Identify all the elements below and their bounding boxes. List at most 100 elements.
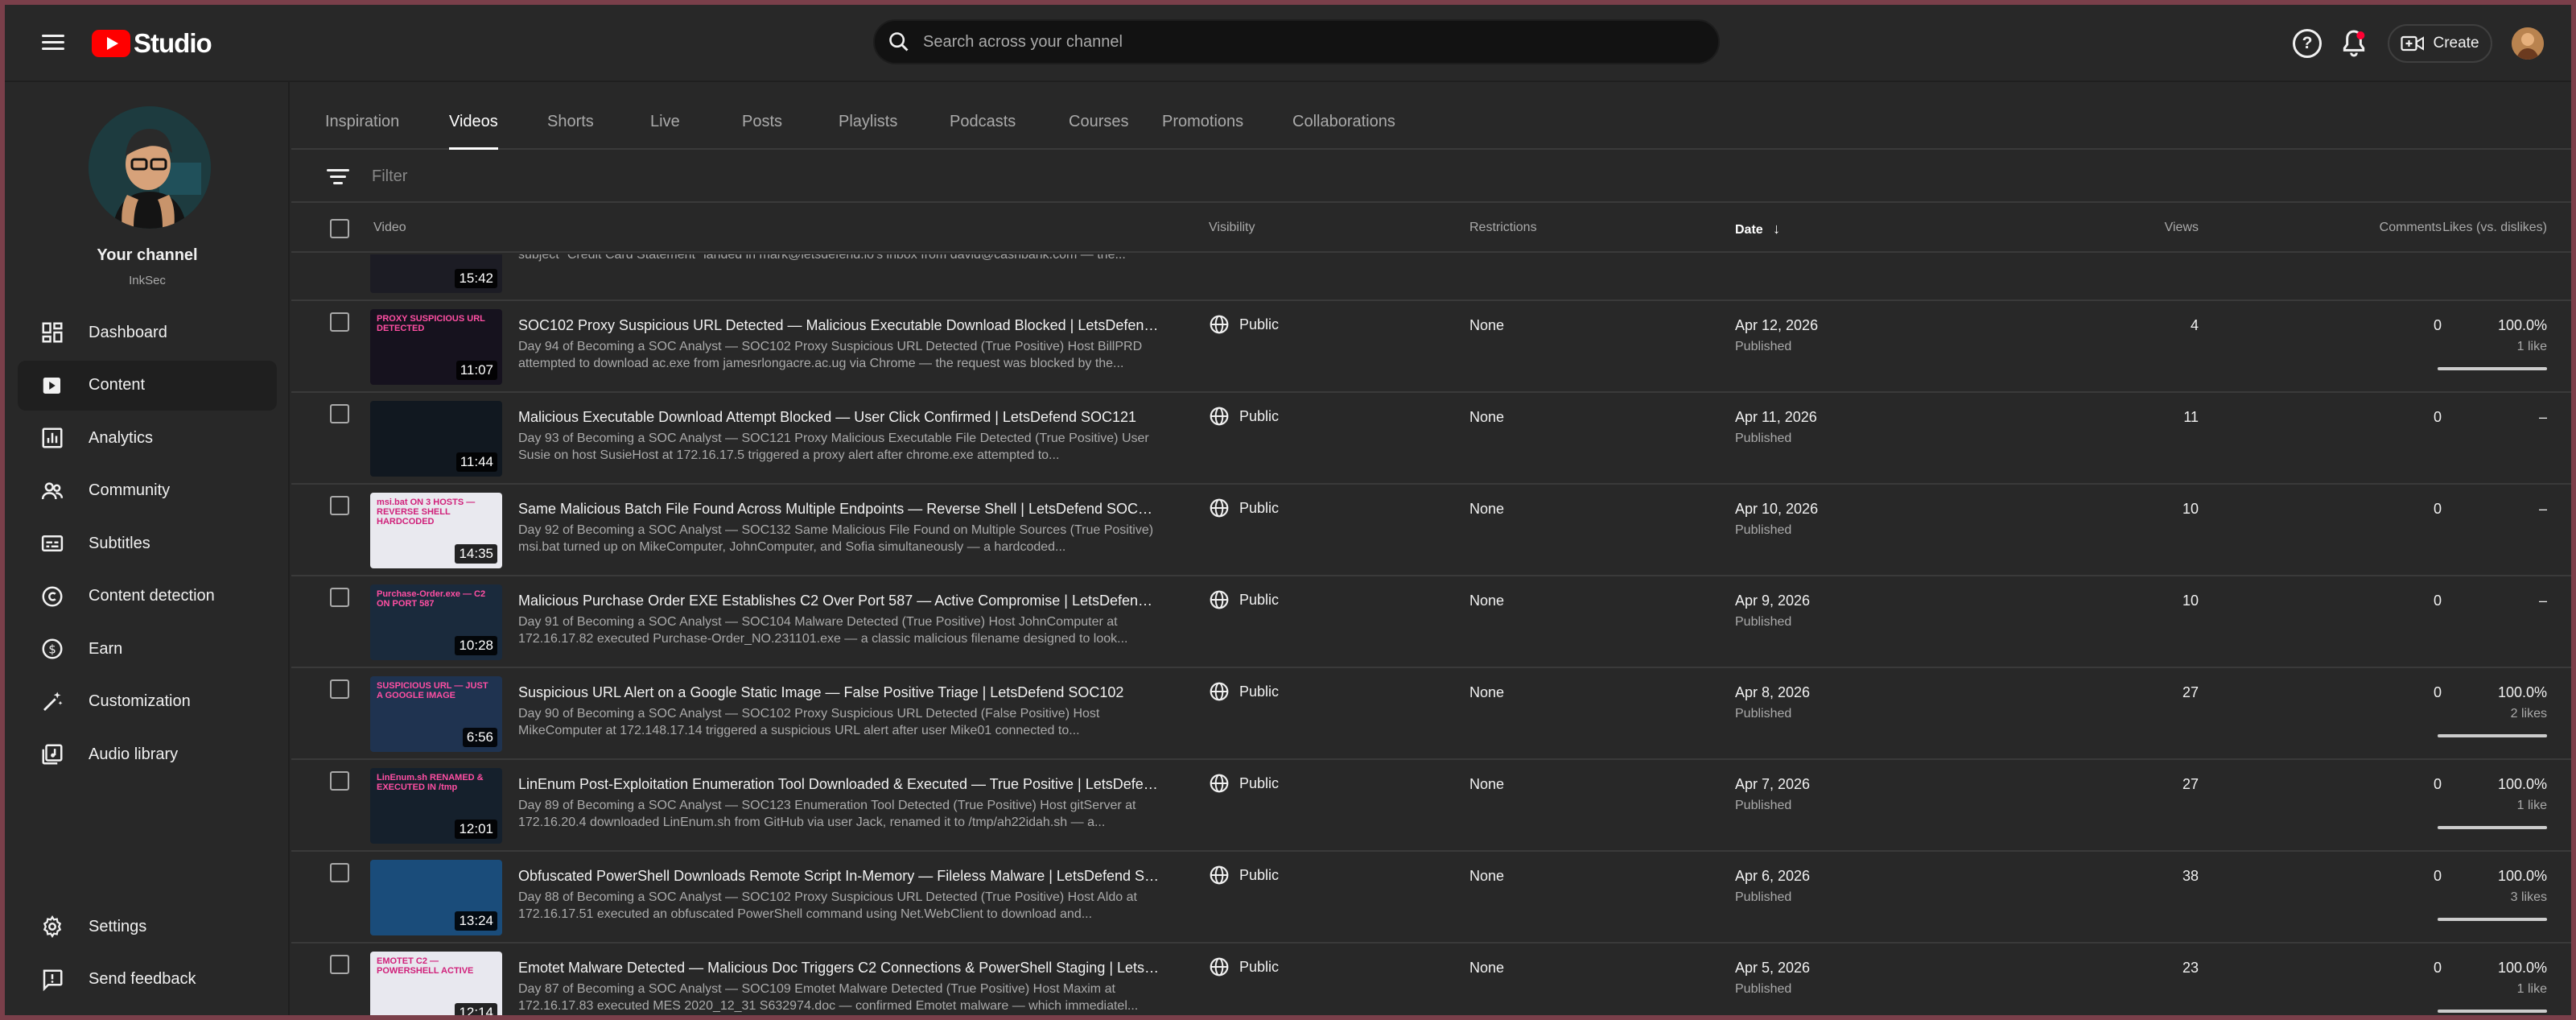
sidebar-item-dashboard[interactable]: Dashboard xyxy=(18,308,277,357)
video-duration: 15:42 xyxy=(455,269,497,288)
video-thumbnail[interactable]: 11:44 xyxy=(370,401,502,477)
video-title[interactable]: LinEnum Post-Exploitation Enumeration To… xyxy=(518,776,1160,793)
likes-percent: – xyxy=(2538,409,2547,425)
visibility-cell[interactable]: Public xyxy=(1209,865,1279,886)
channel-avatar[interactable] xyxy=(89,106,211,229)
account-avatar[interactable] xyxy=(2512,27,2544,60)
filter-icon[interactable] xyxy=(322,160,354,192)
search-bar[interactable]: Search across your channel xyxy=(873,19,1720,64)
select-all-checkbox[interactable] xyxy=(330,219,349,238)
sidebar-item-audio-library[interactable]: Audio library xyxy=(18,729,277,779)
sidebar-item-content-detection[interactable]: Content detection xyxy=(18,572,277,621)
row-checkbox[interactable] xyxy=(330,404,349,423)
sidebar-item-customization[interactable]: Customization xyxy=(18,677,277,727)
video-thumbnail[interactable]: 15:42 xyxy=(370,254,502,293)
tab-playlists[interactable]: Playlists xyxy=(839,113,897,150)
sidebar-item-analytics[interactable]: Analytics xyxy=(18,413,277,463)
tab-videos[interactable]: Videos xyxy=(449,113,498,150)
table-row[interactable]: LinEnum.sh RENAMED & EXECUTED IN /tmp 12… xyxy=(291,760,2571,852)
visibility-label: Public xyxy=(1239,316,1280,332)
tab-inspiration[interactable]: Inspiration xyxy=(325,113,399,150)
visibility-cell[interactable]: Public xyxy=(1209,956,1279,977)
help-icon[interactable]: ? xyxy=(2293,29,2322,58)
tab-collaborations[interactable]: Collaborations xyxy=(1292,113,1395,150)
sidebar-item-settings[interactable]: Settings xyxy=(18,902,277,952)
tab-courses[interactable]: Courses xyxy=(1069,113,1128,150)
video-thumbnail[interactable]: LinEnum.sh RENAMED & EXECUTED IN /tmp 12… xyxy=(370,768,502,844)
sidebar-item-content[interactable]: Content xyxy=(18,360,277,411)
video-title[interactable]: Same Malicious Batch File Found Across M… xyxy=(518,501,1160,518)
table-row[interactable]: Purchase-Order.exe — C2 ON PORT 587 10:2… xyxy=(291,576,2571,668)
tab-promotions[interactable]: Promotions xyxy=(1162,113,1243,150)
search-icon[interactable] xyxy=(875,19,923,64)
video-title[interactable]: Malicious Executable Download Attempt Bl… xyxy=(518,409,1160,426)
gear-icon xyxy=(39,913,66,940)
row-checkbox[interactable] xyxy=(330,679,349,699)
comments-count: 0 xyxy=(2433,317,2442,333)
video-title[interactable]: SOC102 Proxy Suspicious URL Detected — M… xyxy=(518,317,1160,334)
header-restrictions[interactable]: Restrictions xyxy=(1469,221,1537,235)
sidebar-item-community[interactable]: Community xyxy=(18,466,277,516)
video-title[interactable]: Emotet Malware Detected — Malicious Doc … xyxy=(518,960,1160,977)
tab-shorts[interactable]: Shorts xyxy=(547,113,594,150)
filter-input[interactable]: Filter xyxy=(372,167,407,186)
table-row[interactable]: 15:42 subject "Credit Card Statement" la… xyxy=(291,254,2571,301)
video-thumbnail[interactable]: EMOTET C2 — POWERSHELL ACTIVE 12:14 xyxy=(370,952,502,1015)
video-description: subject "Credit Card Statement" landed i… xyxy=(518,254,1126,262)
video-title[interactable]: Obfuscated PowerShell Downloads Remote S… xyxy=(518,868,1160,885)
search-input[interactable]: Search across your channel xyxy=(923,33,1123,52)
header-views[interactable]: Views xyxy=(2030,221,2199,235)
subtitles-icon xyxy=(39,530,66,557)
visibility-cell[interactable]: Public xyxy=(1209,773,1279,794)
thumbnail-text: LinEnum.sh RENAMED & EXECUTED IN /tmp xyxy=(377,773,484,792)
table-row[interactable]: 11:44 Malicious Executable Download Atte… xyxy=(291,393,2571,485)
header-video: Video xyxy=(373,221,406,234)
table-row[interactable]: EMOTET C2 — POWERSHELL ACTIVE 12:14 Emot… xyxy=(291,944,2571,1015)
tab-live[interactable]: Live xyxy=(650,113,680,150)
video-thumbnail[interactable]: Purchase-Order.exe — C2 ON PORT 587 10:2… xyxy=(370,584,502,660)
video-thumbnail[interactable]: SUSPICIOUS URL — JUST A GOOGLE IMAGE 6:5… xyxy=(370,676,502,752)
menu-icon[interactable] xyxy=(40,31,66,56)
visibility-cell[interactable]: Public xyxy=(1209,498,1279,518)
header-likes[interactable]: Likes (vs. dislikes) xyxy=(2442,221,2547,235)
sidebar-item-earn[interactable]: $ Earn xyxy=(18,624,277,674)
notifications-bell-icon[interactable] xyxy=(2338,27,2370,60)
tab-podcasts[interactable]: Podcasts xyxy=(950,113,1016,150)
create-button[interactable]: Create xyxy=(2388,24,2492,63)
visibility-cell[interactable]: Public xyxy=(1209,314,1279,335)
row-checkbox[interactable] xyxy=(330,496,349,515)
youtube-play-icon xyxy=(92,30,130,57)
sidebar-item-label: Settings xyxy=(89,917,147,935)
table-row[interactable]: 13:24 Obfuscated PowerShell Downloads Re… xyxy=(291,852,2571,944)
sidebar-item-label: Community xyxy=(89,481,171,499)
row-checkbox[interactable] xyxy=(330,955,349,974)
video-thumbnail[interactable]: msi.bat ON 3 HOSTS — REVERSE SHELL HARDC… xyxy=(370,493,502,568)
visibility-cell[interactable]: Public xyxy=(1209,589,1279,610)
row-checkbox[interactable] xyxy=(330,312,349,332)
dashboard-icon xyxy=(39,319,66,346)
dollar-icon: $ xyxy=(39,635,66,663)
studio-logo[interactable]: Studio xyxy=(92,24,212,63)
sidebar-item-send-feedback[interactable]: Send feedback xyxy=(18,955,277,1005)
video-thumbnail[interactable]: PROXY SUSPICIOUS URL DETECTED 11:07 xyxy=(370,309,502,385)
video-thumbnail[interactable]: 13:24 xyxy=(370,860,502,935)
table-row[interactable]: msi.bat ON 3 HOSTS — REVERSE SHELL HARDC… xyxy=(291,485,2571,576)
table-row[interactable]: SUSPICIOUS URL — JUST A GOOGLE IMAGE 6:5… xyxy=(291,668,2571,760)
header-date[interactable]: Date ↓ xyxy=(1735,221,1780,237)
row-checkbox[interactable] xyxy=(330,863,349,882)
publish-status: Published xyxy=(1735,799,1792,812)
table-row[interactable]: PROXY SUSPICIOUS URL DETECTED 11:07 SOC1… xyxy=(291,301,2571,393)
header-comments[interactable]: Comments xyxy=(2223,221,2442,235)
video-title[interactable]: Suspicious URL Alert on a Google Static … xyxy=(518,684,1160,701)
visibility-cell[interactable]: Public xyxy=(1209,406,1279,427)
content-tabs: Inspiration Videos Shorts Live Posts Pla… xyxy=(291,82,2571,150)
visibility-cell[interactable]: Public xyxy=(1209,681,1279,702)
sidebar-item-label: Content detection xyxy=(89,587,215,605)
row-checkbox[interactable] xyxy=(330,588,349,607)
tab-posts[interactable]: Posts xyxy=(742,113,782,150)
sidebar-item-subtitles[interactable]: Subtitles xyxy=(18,518,277,568)
video-title[interactable]: Malicious Purchase Order EXE Establishes… xyxy=(518,593,1160,609)
magic-wand-icon xyxy=(39,688,66,716)
header-visibility[interactable]: Visibility xyxy=(1209,221,1255,235)
row-checkbox[interactable] xyxy=(330,771,349,791)
